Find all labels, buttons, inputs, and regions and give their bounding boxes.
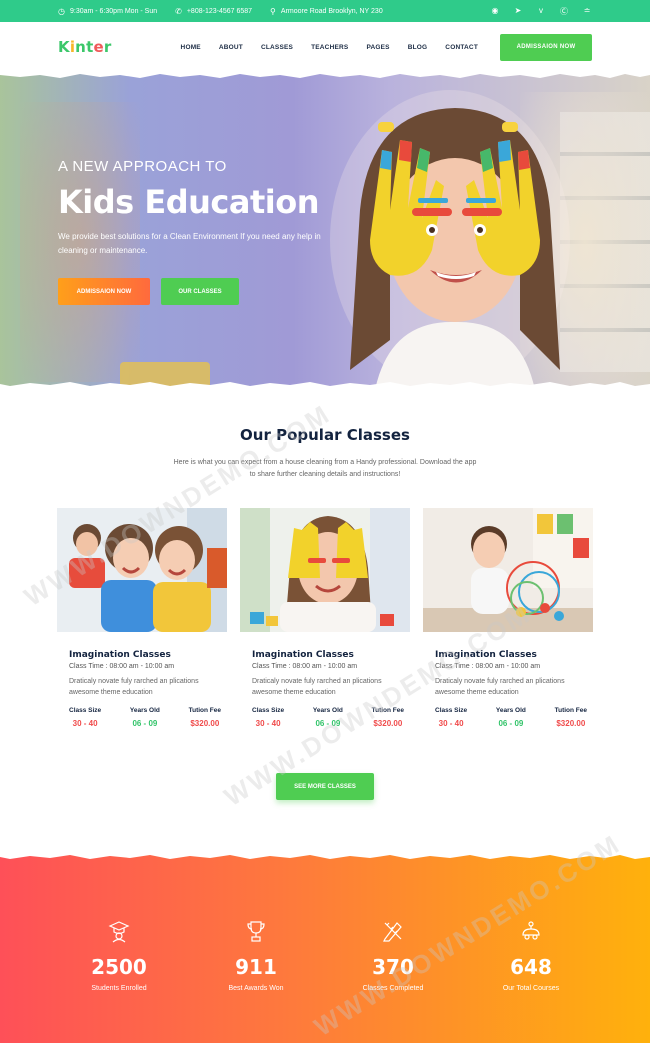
logo-letter: e xyxy=(93,38,104,56)
counter-number: 2500 xyxy=(91,955,147,979)
hero-description: We provide best solutions for a Clean En… xyxy=(58,232,321,255)
dribbble-icon[interactable]: ◉ xyxy=(490,6,500,17)
class-size-value: 30 - 40 xyxy=(72,719,98,728)
rss-icon[interactable]: ≐ xyxy=(582,6,592,17)
graduate-icon xyxy=(59,919,179,945)
class-card[interactable]: Imagination Classes Class Time : 08:00 a… xyxy=(57,508,227,728)
torn-edge-counters xyxy=(0,853,650,859)
classes-section-title: Our Popular Classes xyxy=(240,426,410,444)
hero-tagline: A NEW APPROACH TO xyxy=(58,158,227,175)
class-card-text: Draticaly novate fuly rarched an plicati… xyxy=(252,678,382,696)
class-card-time: Class Time : 08:00 am - 10:00 am xyxy=(69,663,175,670)
site-header: Kinter HOME ABOUT CLASSES TEACHERS PAGES… xyxy=(0,22,650,72)
counter-label: Best Awards Won xyxy=(228,985,284,992)
nav-contact[interactable]: CONTACT xyxy=(445,44,478,51)
hero-banner: A NEW APPROACH TO Kids Education We prov… xyxy=(0,72,650,388)
nav-classes[interactable]: CLASSES xyxy=(261,44,293,51)
logo-letter: n xyxy=(75,38,87,56)
main-nav: HOME ABOUT CLASSES TEACHERS PAGES BLOG C… xyxy=(181,44,478,51)
hours-info: ◷ 9:30am - 6:30pm Mon - Sun xyxy=(58,7,157,16)
class-card-stats: Class Size 30 - 40 Years Old 06 - 09 Tutio… xyxy=(57,707,227,728)
nav-home[interactable]: HOME xyxy=(181,44,201,51)
years-old-label: Years Old xyxy=(129,707,160,714)
counter-number: 648 xyxy=(510,955,552,979)
tuition-fee-value: $320.00 xyxy=(556,719,586,728)
nav-teachers[interactable]: TEACHERS xyxy=(311,44,348,51)
class-card-title[interactable]: Imagination Classes xyxy=(57,650,227,660)
phone-text[interactable]: +808-123-4567 6587 xyxy=(187,8,252,15)
torn-edge-bottom xyxy=(0,382,650,388)
years-old-value: 06 - 09 xyxy=(315,719,341,728)
class-card-text: Draticaly novate fuly rarched an plicati… xyxy=(69,678,199,696)
class-size-value: 30 - 40 xyxy=(255,719,281,728)
class-card-text: Draticaly novate fuly rarched an plicati… xyxy=(435,678,565,696)
class-size-label: Class Size xyxy=(252,707,285,714)
phone-icon: ✆ xyxy=(175,6,182,16)
counter-awards: 911 Best Awards Won xyxy=(196,919,316,992)
logo-letter: r xyxy=(103,38,112,56)
hero-headline: Kids Education xyxy=(58,183,320,221)
nav-blog[interactable]: BLOG xyxy=(408,44,428,51)
address-info: ⚲ Armoore Road Brooklyn, NY 230 xyxy=(270,7,383,16)
tuition-fee-value: $320.00 xyxy=(190,719,220,728)
vimeo-icon[interactable]: v xyxy=(536,6,546,17)
torn-edge-top xyxy=(0,72,650,78)
counter-students: 2500 Students Enrolled xyxy=(59,919,179,992)
phone-info[interactable]: ✆ +808-123-4567 6587 xyxy=(175,7,252,16)
nav-pages[interactable]: PAGES xyxy=(366,44,389,51)
class-size-value: 30 - 40 xyxy=(438,719,464,728)
admission-now-button[interactable]: ADMISSAION NOW xyxy=(500,33,592,61)
years-old-label: Years Old xyxy=(495,707,526,714)
class-size-label: Class Size xyxy=(69,707,102,714)
class-card[interactable]: Imagination Classes Class Time : 08:00 a… xyxy=(240,508,410,728)
social-links: ◉ ➤ v Ⓒ ≐ xyxy=(490,6,592,17)
counters-section: 2500 Students Enrolled 911 Best Awards W… xyxy=(0,853,650,1043)
hours-text: 9:30am - 6:30pm Mon - Sun xyxy=(69,7,158,15)
map-pin-icon: ⚲ xyxy=(270,6,276,16)
counter-label: Our Total Courses xyxy=(502,985,560,992)
nav-about[interactable]: ABOUT xyxy=(219,44,243,51)
logo[interactable]: Kinter xyxy=(58,38,111,56)
class-card-image[interactable] xyxy=(240,508,410,632)
class-card-time: Class Time : 08:00 am - 10:00 am xyxy=(252,663,358,670)
tuition-fee-label: Tution Fee xyxy=(554,707,587,714)
hero-admission-button[interactable]: ADMISSAION NOW xyxy=(58,278,150,305)
years-old-value: 06 - 09 xyxy=(498,719,524,728)
tuition-fee-label: Tution Fee xyxy=(188,707,221,714)
logo-letter: K xyxy=(58,38,70,56)
top-bar: ◷ 9:30am - 6:30pm Mon - Sun ✆ +808-123-4… xyxy=(0,0,650,22)
clock-icon: ◷ xyxy=(58,6,65,16)
class-size-label: Class Size xyxy=(435,707,468,714)
class-card-image[interactable] xyxy=(423,508,593,632)
toy-car-icon xyxy=(471,919,591,945)
twitter-icon[interactable]: ➤ xyxy=(513,6,523,17)
class-card-title[interactable]: Imagination Classes xyxy=(240,650,410,660)
counter-courses: 648 Our Total Courses xyxy=(471,919,591,992)
years-old-label: Years Old xyxy=(312,707,343,714)
class-cards: Imagination Classes Class Time : 08:00 a… xyxy=(57,508,593,728)
counter-label: Classes Completed xyxy=(362,985,424,992)
skype-icon[interactable]: Ⓒ xyxy=(559,6,569,17)
see-more-classes-button[interactable]: SEE MORE CLASSES xyxy=(276,773,374,800)
tuition-fee-value: $320.00 xyxy=(373,719,403,728)
counter-label: Students Enrolled xyxy=(91,985,147,992)
counter-number: 370 xyxy=(372,955,414,979)
tuition-fee-label: Tution Fee xyxy=(371,707,404,714)
class-card-image[interactable] xyxy=(57,508,227,632)
counter-classes: 370 Classes Completed xyxy=(333,919,453,992)
class-card-stats: Class Size 30 - 40 Years Old 06 - 09 Tutio… xyxy=(240,707,410,728)
class-card-time: Class Time : 08:00 am - 10:00 am xyxy=(435,663,541,670)
counter-number: 911 xyxy=(235,955,277,979)
hero-classes-button[interactable]: OUR CLASSES xyxy=(161,278,239,305)
hero-girl-image xyxy=(330,90,570,388)
trophy-icon xyxy=(196,919,316,945)
class-card[interactable]: Imagination Classes Class Time : 08:00 a… xyxy=(423,508,593,728)
class-card-title[interactable]: Imagination Classes xyxy=(423,650,593,660)
class-card-stats: Class Size 30 - 40 Years Old 06 - 09 Tutio… xyxy=(423,707,593,728)
address-text: Armoore Road Brooklyn, NY 230 xyxy=(280,7,383,15)
pencil-ruler-icon xyxy=(333,919,453,945)
logo-letter: t xyxy=(86,38,94,56)
classes-section-subtitle: Here is what you can expect from a house… xyxy=(173,459,477,478)
years-old-value: 06 - 09 xyxy=(132,719,158,728)
